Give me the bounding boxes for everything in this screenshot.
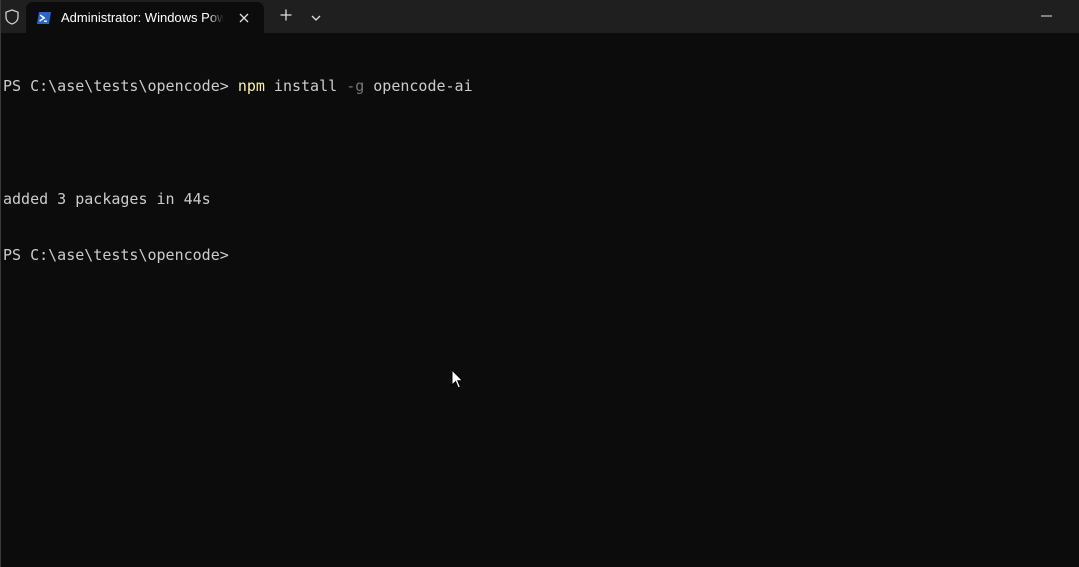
title-bar[interactable]: Administrator: Windows PowerShell bbox=[1, 0, 1079, 33]
command-flag: -g bbox=[346, 77, 365, 96]
tab-powershell[interactable]: Administrator: Windows PowerShell bbox=[26, 2, 264, 33]
close-icon[interactable] bbox=[234, 8, 254, 28]
command-name: npm bbox=[237, 77, 265, 96]
minimize-icon bbox=[1040, 4, 1052, 22]
command-package: opencode-ai bbox=[364, 77, 473, 96]
terminal-output[interactable]: PS C:\ase\tests\opencode> npm install -g… bbox=[3, 40, 1073, 560]
tab-dropdown-button[interactable] bbox=[302, 0, 330, 33]
mouse-pointer-icon bbox=[451, 368, 465, 390]
terminal-window: Administrator: Windows PowerShell bbox=[0, 0, 1079, 567]
terminal-line-prompt: PS C:\ase\tests\opencode> bbox=[3, 246, 1073, 265]
prompt: PS C:\ase\tests\opencode> bbox=[3, 77, 238, 96]
tab-title: Administrator: Windows PowerShell bbox=[61, 10, 224, 25]
chevron-down-icon bbox=[311, 8, 321, 26]
terminal-line-command: PS C:\ase\tests\opencode> npm install -g… bbox=[3, 77, 1073, 96]
powershell-icon bbox=[36, 10, 52, 26]
new-tab-button[interactable] bbox=[270, 0, 302, 33]
prompt: PS C:\ase\tests\opencode> bbox=[3, 245, 229, 264]
terminal-line-result: added 3 packages in 44s bbox=[3, 189, 211, 208]
shield-icon bbox=[1, 0, 23, 33]
minimize-button[interactable] bbox=[1026, 0, 1066, 26]
plus-icon bbox=[280, 8, 292, 26]
command-argument: install bbox=[264, 77, 347, 96]
